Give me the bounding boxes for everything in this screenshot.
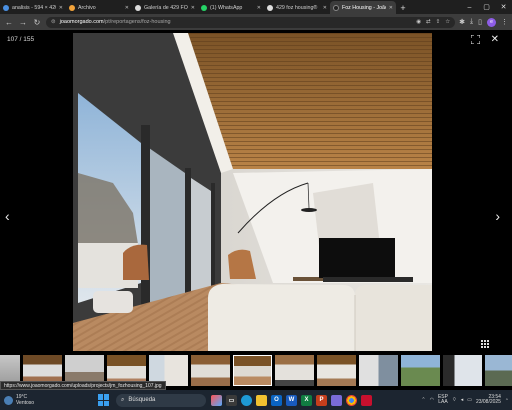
tab-0[interactable]: analisis - 594 × 420 ✕ [0, 1, 66, 14]
thumbnail[interactable] [485, 355, 512, 386]
thumbnail[interactable] [317, 355, 356, 386]
thumbnail-selected[interactable] [233, 355, 272, 386]
battery-icon[interactable]: ▭ [467, 397, 472, 403]
edge-icon[interactable] [241, 394, 252, 406]
store-icon[interactable] [331, 394, 342, 406]
lightbox-viewer: 107 / 155 ✕ ‹ › [0, 30, 512, 353]
weather-widget[interactable]: 19°C Ventoso [0, 394, 90, 406]
tab-title: Archivo [78, 4, 96, 11]
bookmark-star-icon[interactable]: ☆ [445, 19, 450, 25]
tab-close-icon[interactable]: ✕ [389, 5, 393, 11]
side-panel-icon[interactable]: ▯ [478, 18, 482, 26]
tab-close-icon[interactable]: ✕ [125, 5, 129, 11]
tab-title: (1) WhatsApp [210, 4, 243, 11]
favicon-icon [201, 4, 207, 11]
extensions-icon[interactable]: ✱ [459, 18, 465, 26]
colorful-app-icon[interactable] [211, 394, 222, 406]
taskbar-search[interactable]: ⌕ Búsqueda [116, 393, 206, 407]
tab-title: Galería de 429 FOZ [144, 4, 188, 11]
reload-icon[interactable]: ↻ [32, 16, 42, 28]
translate-icon[interactable]: ⇄ [426, 19, 431, 25]
interior-photo [73, 33, 432, 351]
tab-4[interactable]: 429 foz housing® ✕ [264, 1, 330, 14]
search-label: Búsqueda [128, 397, 156, 403]
favicon-icon [135, 4, 141, 11]
weather-icon [4, 395, 13, 405]
tab-close-icon[interactable]: ✕ [191, 5, 195, 11]
wifi-icon[interactable]: ⌔ [452, 397, 457, 403]
clock-date: 23/08/2025 [475, 399, 501, 405]
profile-avatar[interactable]: e [487, 17, 496, 27]
tab-title: analisis - 594 × 420 [12, 4, 56, 11]
outlook-icon[interactable]: O [271, 394, 282, 406]
lang-layout: LAA [438, 399, 448, 405]
gallery-photo [73, 33, 432, 351]
favicon-icon [267, 4, 273, 11]
thumbnail[interactable] [191, 355, 230, 386]
download-icon[interactable]: ⤓ [470, 18, 473, 26]
url-path: /pt/reportagens/foz-housing [103, 19, 171, 25]
tab-close-icon[interactable]: ✕ [323, 5, 327, 11]
thumbnail[interactable] [359, 355, 398, 386]
window-controls: – ▢ ✕ [461, 0, 512, 14]
thumbnail[interactable] [401, 355, 440, 386]
task-view-icon[interactable]: ▭ [226, 394, 237, 406]
tab-title: 429 foz housing® [276, 4, 318, 11]
shield-app-icon[interactable] [361, 394, 372, 406]
weather-desc: Ventoso [16, 400, 35, 406]
grid-icon[interactable] [481, 340, 489, 348]
browser-toolbar: ← → ↻ ⊜ joaomorgado.com/pt/reportagens/f… [0, 14, 512, 30]
address-bar[interactable]: ⊜ joaomorgado.com/pt/reportagens/foz-hou… [46, 16, 456, 28]
excel-icon[interactable]: X [301, 394, 312, 406]
forward-icon[interactable]: → [18, 16, 28, 28]
status-bar-url: https://www.joaomorgado.com/uploads/proj… [0, 381, 166, 390]
powerpoint-icon[interactable]: P [316, 394, 327, 406]
search-icon: ⌕ [121, 396, 125, 403]
favicon-icon [333, 4, 339, 11]
tab-close-icon[interactable]: ✕ [59, 5, 63, 11]
share-icon[interactable]: ⇪ [436, 19, 441, 25]
fullscreen-icon[interactable] [470, 34, 481, 45]
tab-1[interactable]: Archivo ✕ [66, 1, 132, 14]
network-icon[interactable]: ◠ [430, 397, 434, 403]
maximize-icon[interactable]: ▢ [478, 3, 495, 11]
language-indicator[interactable]: ESP LAA [438, 394, 448, 406]
tray-chevron-icon[interactable]: ⌃ [421, 397, 425, 403]
minimize-icon[interactable]: – [461, 4, 478, 11]
next-arrow-icon[interactable]: › [495, 208, 500, 224]
thumbnail[interactable] [443, 355, 482, 386]
favicon-icon [69, 4, 75, 11]
url-host: joaomorgado.com [59, 19, 104, 25]
chrome-icon[interactable] [346, 394, 357, 406]
new-tab-button[interactable]: + [396, 1, 410, 14]
tab-3[interactable]: (1) WhatsApp ✕ [198, 1, 264, 14]
google-lens-icon[interactable]: ◉ [416, 19, 421, 25]
tab-title: Foz Housing - João [342, 4, 386, 11]
tab-2[interactable]: Galería de 429 FOZ ✕ [132, 1, 198, 14]
notification-bell-icon[interactable]: ◔ [505, 397, 508, 403]
close-icon[interactable]: ✕ [491, 34, 499, 45]
image-counter: 107 / 155 [7, 36, 35, 43]
clock[interactable]: 23:54 23/08/2025 [475, 394, 501, 406]
windows-taskbar: 19°C Ventoso ⌕ Búsqueda ▭ O W X P ⌃ ◠ ES… [0, 390, 512, 410]
start-button[interactable] [98, 394, 110, 406]
tab-close-icon[interactable]: ✕ [257, 5, 261, 11]
volume-icon[interactable]: ◂ [461, 397, 464, 403]
menu-icon[interactable]: ⋮ [501, 18, 508, 26]
file-explorer-icon[interactable] [256, 394, 267, 406]
word-icon[interactable]: W [286, 394, 297, 406]
tab-strip: analisis - 594 × 420 ✕ Archivo ✕ Galería… [0, 0, 512, 14]
favicon-icon [3, 4, 9, 11]
thumbnail[interactable] [275, 355, 314, 386]
close-window-icon[interactable]: ✕ [495, 3, 512, 11]
site-info-icon[interactable]: ⊜ [51, 19, 56, 25]
back-icon[interactable]: ← [4, 16, 14, 28]
prev-arrow-icon[interactable]: ‹ [5, 208, 10, 224]
tab-5[interactable]: Foz Housing - João ✕ [330, 1, 396, 14]
system-tray: ⌃ ◠ ESP LAA ⌔ ◂ ▭ 23:54 23/08/2025 ◔ [421, 394, 512, 406]
